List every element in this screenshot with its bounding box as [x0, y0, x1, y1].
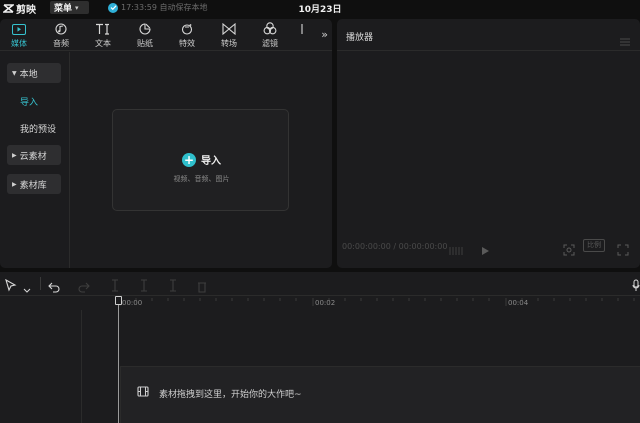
import-label: 导入: [201, 156, 221, 167]
player-controls: 00:00:00:00 / 00:00:00:00 比例: [337, 228, 640, 268]
toolbar-divider: [40, 277, 41, 290]
undo-icon[interactable]: [48, 278, 60, 297]
redo-icon[interactable]: [78, 278, 90, 297]
play-icon[interactable]: [480, 241, 490, 260]
tab-label: 文本: [95, 39, 111, 48]
sticker-icon: [139, 20, 151, 39]
split-right-icon[interactable]: [168, 277, 178, 296]
project-title: 10月23日: [298, 5, 342, 15]
tab-transition[interactable]: 转场: [214, 22, 244, 49]
timeline-toolbar: [0, 272, 640, 296]
app-window: 剪映 菜单 ▾ 17:33:59 自动保存本地 10月23日 媒体 音频 文本 …: [0, 0, 640, 423]
import-dropzone[interactable]: + 导入 视频、音频、图片: [112, 109, 289, 211]
player-header: 播放器: [337, 19, 640, 51]
sidebar-item-my-presets[interactable]: 我的预设: [20, 122, 56, 135]
sidebar-item-cloud[interactable]: ▶ 云素材: [7, 145, 61, 165]
tab-effects[interactable]: 特效: [172, 22, 202, 49]
timeline-ruler[interactable]: 00:00 00:02 00:04: [0, 296, 640, 310]
fullscreen-icon[interactable]: [617, 241, 629, 260]
ruler-label: 00:02: [315, 299, 336, 307]
caret-right-icon: ▶: [12, 151, 17, 159]
split-icon[interactable]: [110, 277, 120, 296]
waveform-icon[interactable]: [449, 241, 463, 260]
media-icon: [12, 24, 26, 35]
tab-label: 滤镜: [262, 39, 278, 48]
timecode-total: 00:00:00:00: [398, 242, 448, 251]
filter-icon: [263, 20, 277, 39]
select-cursor-icon[interactable]: [5, 277, 17, 296]
tab-label: 音频: [53, 39, 69, 48]
drop-hint-text: 素材拖拽到这里，开始你的大作吧~: [159, 389, 302, 400]
sidebar-item-local[interactable]: ▼ 本地: [7, 63, 61, 83]
sidebar-item-import[interactable]: 导入: [20, 95, 38, 108]
tab-label: 媒体: [11, 39, 27, 48]
tab-audio[interactable]: 音频: [46, 22, 76, 49]
tab-sticker[interactable]: 贴纸: [130, 22, 160, 49]
media-panel: 媒体 音频 文本 贴纸 特效 转场 滤镜 » ▼ 本地 导入 我的预设 ▶ 云素…: [0, 19, 332, 268]
timecode-current: 00:00:00:00: [342, 242, 391, 251]
double-chevron-right-icon[interactable]: »: [321, 28, 328, 41]
player-panel: 播放器 00:00:00:00 / 00:00:00:00 比例: [337, 19, 640, 268]
tab-filter[interactable]: 滤镜: [255, 22, 285, 49]
ruler-label: 00:04: [508, 299, 529, 307]
import-button[interactable]: + 导入: [113, 152, 290, 167]
film-icon: [137, 386, 149, 400]
main-track-dropzone[interactable]: 素材拖拽到这里，开始你的大作吧~: [120, 366, 640, 423]
transition-icon: [222, 20, 236, 39]
title-bar: 剪映 菜单 ▾ 17:33:59 自动保存本地 10月23日: [0, 0, 640, 16]
tab-text[interactable]: 文本: [88, 22, 118, 49]
plus-circle-icon: +: [182, 152, 196, 167]
asset-toolbar: 媒体 音频 文本 贴纸 特效 转场 滤镜 »: [0, 19, 332, 51]
media-sidebar: ▼ 本地 导入 我的预设 ▶ 云素材 ▶ 素材库: [0, 52, 70, 268]
playhead-handle[interactable]: [115, 296, 122, 305]
split-left-icon[interactable]: [139, 277, 149, 296]
tab-label: 特效: [179, 39, 195, 48]
tab-partial[interactable]: [292, 22, 312, 37]
delete-icon[interactable]: [197, 278, 207, 297]
text-icon: [95, 20, 111, 39]
hamburger-menu-icon[interactable]: [620, 31, 630, 50]
tab-media[interactable]: 媒体: [4, 22, 34, 49]
sidebar-item-label: 素材库: [19, 180, 47, 191]
effects-icon: [181, 20, 193, 39]
caret-down-icon: ▼: [12, 69, 17, 77]
drop-hint: 素材拖拽到这里，开始你的大作吧~: [137, 386, 302, 400]
ruler-label: 00:00: [122, 299, 143, 307]
track-header-column: [0, 310, 82, 423]
tab-label: 贴纸: [137, 39, 153, 48]
caret-right-icon: ▶: [12, 180, 17, 188]
import-hint: 视频、音频、图片: [173, 175, 230, 183]
tab-label: 转场: [221, 39, 237, 48]
sidebar-item-library[interactable]: ▶ 素材库: [7, 174, 61, 194]
playhead-line[interactable]: [118, 297, 119, 423]
player-title: 播放器: [346, 33, 374, 43]
aspect-ratio-button[interactable]: 比例: [583, 239, 605, 252]
timecode: 00:00:00:00 / 00:00:00:00: [342, 242, 447, 251]
fit-screen-icon[interactable]: [563, 241, 575, 260]
audio-icon: [55, 20, 67, 39]
adjust-icon: [298, 20, 306, 39]
sidebar-item-label: 云素材: [19, 151, 47, 162]
sidebar-item-label: 本地: [19, 69, 38, 80]
microphone-icon[interactable]: [632, 277, 640, 296]
